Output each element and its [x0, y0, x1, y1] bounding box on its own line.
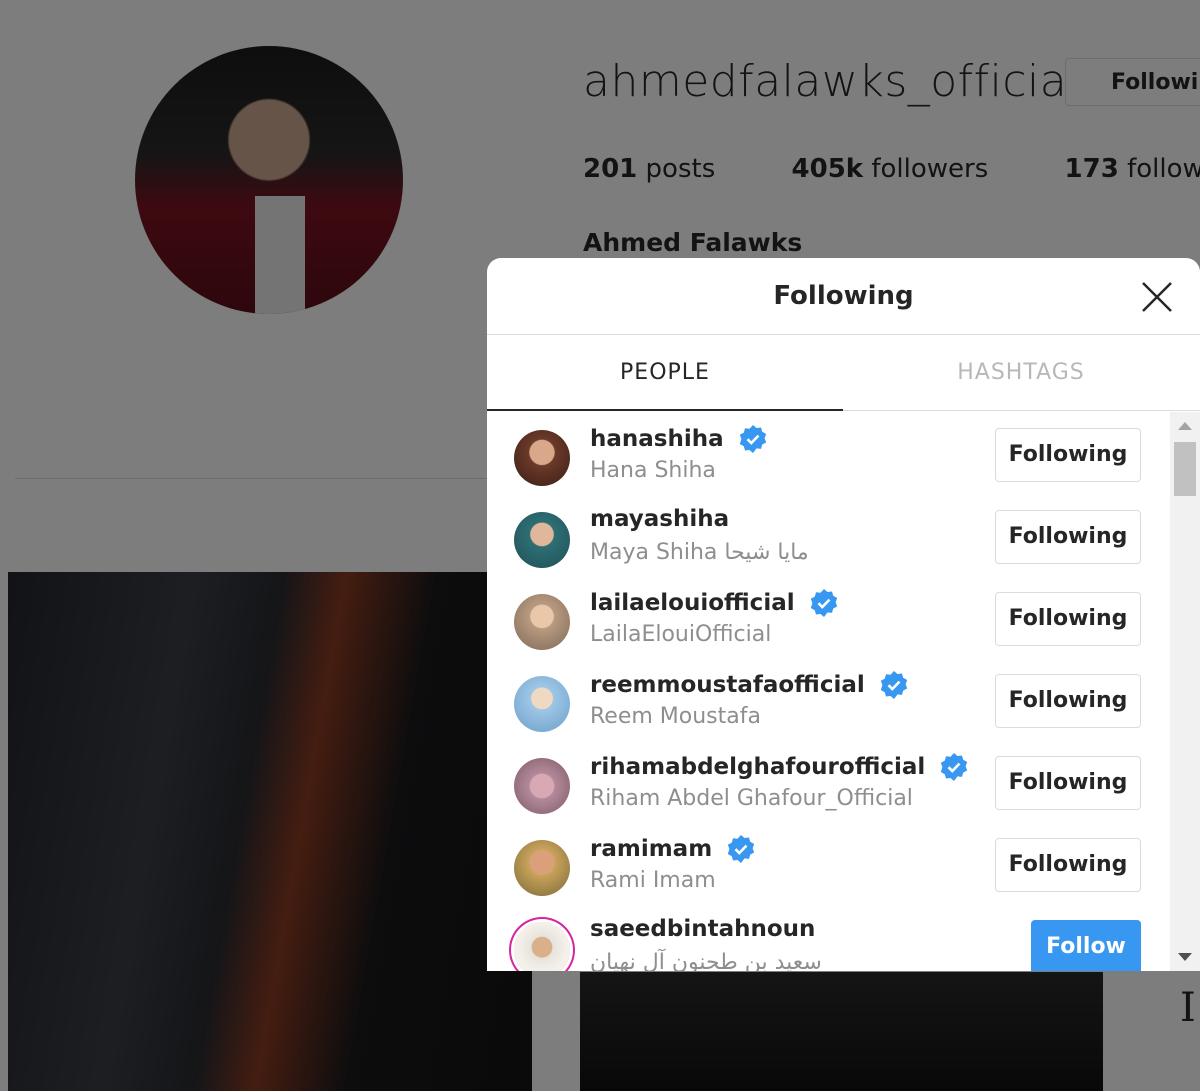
tab-hashtags[interactable]: HASHTAGS — [843, 335, 1199, 411]
list-item: reemmoustafaofficial Reem Moustafa Follo… — [487, 664, 1170, 746]
avatar[interactable] — [514, 840, 570, 896]
following-dialog: Following PEOPLE HASHTAGS hanashiha Hana… — [487, 258, 1200, 971]
scroll-up-icon[interactable] — [1178, 422, 1192, 430]
full-name: LailaElouiOfficial — [590, 622, 772, 647]
close-icon[interactable] — [1140, 280, 1174, 314]
avatar[interactable] — [514, 594, 570, 650]
full-name: Riham Abdel Ghafour_Official — [590, 786, 913, 811]
verified-badge-icon — [739, 425, 766, 453]
following-button[interactable]: Following — [995, 756, 1141, 810]
username[interactable]: reemmoustafaofficial — [590, 670, 909, 700]
follow-button[interactable]: Follow — [1031, 920, 1141, 971]
list-item: rihamabdelghafourofficial Riham Abdel Gh… — [487, 746, 1170, 828]
username[interactable]: ramimam — [590, 834, 756, 864]
username[interactable]: mayashiha — [590, 506, 729, 532]
dialog-tabs: PEOPLE HASHTAGS — [487, 335, 1200, 411]
list-item: mayashiha Maya Shiha مايا شيحا Following — [487, 500, 1170, 582]
following-button[interactable]: Following — [995, 428, 1141, 482]
list-item: ramimam Rami Imam Following — [487, 828, 1170, 910]
scroll-down-icon[interactable] — [1178, 953, 1192, 961]
avatar[interactable] — [514, 676, 570, 732]
avatar[interactable] — [514, 430, 570, 486]
tab-people[interactable]: PEOPLE — [487, 335, 843, 411]
full-name: Maya Shiha مايا شيحا — [590, 540, 809, 565]
avatar[interactable] — [514, 758, 570, 814]
following-button[interactable]: Following — [995, 592, 1141, 646]
avatar[interactable] — [514, 512, 570, 568]
avatar[interactable] — [514, 922, 570, 971]
full-name: Rami Imam — [590, 868, 716, 893]
username[interactable]: hanashiha — [590, 424, 768, 454]
full-name: Reem Moustafa — [590, 704, 761, 729]
username[interactable]: rihamabdelghafourofficial — [590, 752, 969, 782]
scrollbar[interactable] — [1170, 412, 1200, 971]
scroll-thumb[interactable] — [1174, 442, 1196, 496]
following-button[interactable]: Following — [995, 674, 1141, 728]
following-list: hanashiha Hana Shiha Following mayashiha… — [487, 412, 1170, 971]
following-button[interactable]: Following — [995, 838, 1141, 892]
list-item: hanashiha Hana Shiha Following — [487, 418, 1170, 500]
full-name: سعيد بن طحنون آل نهيان — [590, 950, 822, 971]
username[interactable]: lailaelouiofficial — [590, 588, 839, 618]
following-button[interactable]: Following — [995, 510, 1141, 564]
verified-badge-icon — [810, 589, 837, 617]
dialog-header: Following — [487, 258, 1200, 335]
dialog-title: Following — [773, 281, 914, 311]
list-item: saeedbintahnoun سعيد بن طحنون آل نهيان F… — [487, 910, 1170, 971]
verified-badge-icon — [880, 671, 907, 699]
verified-badge-icon — [727, 835, 755, 863]
list-item: lailaelouiofficial LailaElouiOfficial Fo… — [487, 582, 1170, 664]
username[interactable]: saeedbintahnoun — [590, 916, 815, 942]
verified-badge-icon — [941, 753, 968, 781]
full-name: Hana Shiha — [590, 458, 716, 483]
